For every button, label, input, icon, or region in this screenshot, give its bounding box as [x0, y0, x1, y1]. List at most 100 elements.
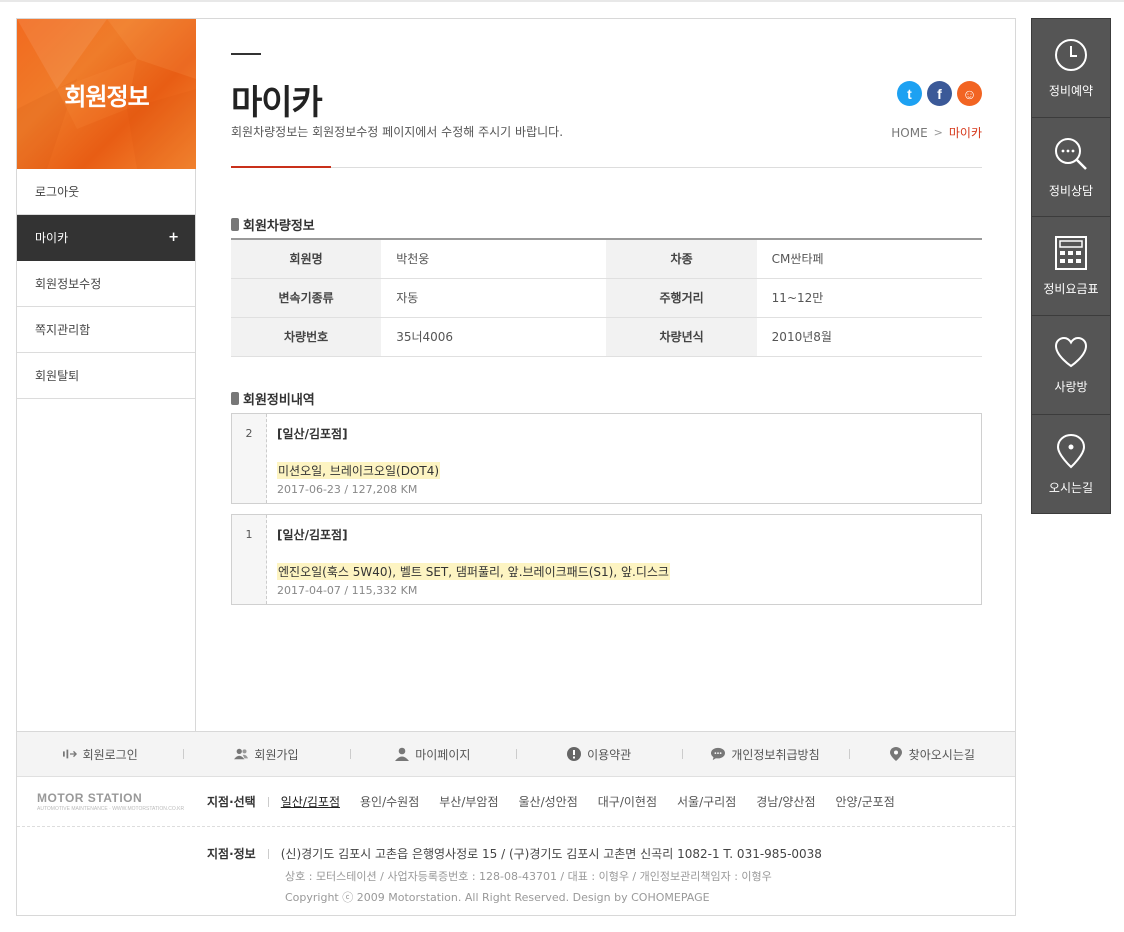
sidebar-item-label: 회원정보수정: [35, 277, 102, 291]
branch-address: (신)경기도 김포시 고촌읍 은행영사정로 15 / (구)경기도 김포시 고촌…: [280, 847, 822, 861]
company-info: 상호 : 모터스테이션 / 사업자등록증번호 : 128-08-43701 / …: [285, 870, 772, 883]
branch-link-daegu[interactable]: 대구/이현점: [598, 793, 657, 810]
history-item[interactable]: 1 [일산/김포점] 엔진오일(훅스 5W40), 벨트 SET, 댐퍼풀리, …: [231, 514, 982, 605]
quick-reservation[interactable]: 정비예약: [1031, 18, 1111, 118]
sns-share: t f ☺: [897, 81, 982, 106]
footer-branch-select: MOTOR STATION AUTOMOTIVE MAINTENANCE · W…: [17, 777, 1015, 827]
logo-tagline: AUTOMOTIVE MAINTENANCE · WWW.MOTORSTATIO…: [37, 806, 185, 812]
sidebar-item-messages[interactable]: 쪽지관리함: [17, 307, 195, 353]
copyright: Copyright ⓒ 2009 Motorstation. All Right…: [285, 891, 710, 904]
title-divider: [231, 167, 982, 168]
pin-icon: [889, 747, 903, 761]
history-item-number: 1: [232, 515, 267, 604]
main-frame: 회원정보 로그아웃 마이카 + 회원정보수정 쪽지관리함 회원탈퇴 마이카 회원차…: [16, 18, 1016, 916]
quick-consult[interactable]: 정비상담: [1031, 118, 1111, 217]
bullet-icon: [231, 392, 239, 405]
table-cell: 박천웅: [381, 239, 607, 279]
quick-menu: 정비예약 정비상담 정비요금표 사랑방 오시는길: [1031, 18, 1111, 514]
history-item-body: [일산/김포점] 미션오일, 브레이크오일(DOT4) 2017-06-23 /…: [267, 414, 441, 503]
branch-select-label: 지점·선택: [207, 795, 256, 809]
table-header-cell: 차량년식: [606, 317, 757, 357]
history-item-branch: [일산/김포점]: [277, 427, 348, 441]
facebook-icon[interactable]: f: [927, 81, 952, 106]
footer-nav-label: 이용약관: [587, 747, 632, 762]
chevron-right-icon: >: [933, 126, 943, 139]
table-header-cell: 차량번호: [231, 317, 382, 357]
history-item[interactable]: 2 [일산/김포점] 미션오일, 브레이크오일(DOT4) 2017-06-23…: [231, 413, 982, 504]
logo-text: MOTOR STATION: [37, 791, 143, 805]
quick-location[interactable]: 오시는길: [1031, 415, 1111, 514]
alert-icon: [567, 747, 582, 761]
vehicle-section-title: 회원차량정보: [231, 215, 315, 234]
footer-nav-label: 회원로그인: [82, 747, 138, 762]
breadcrumb-current: 마이카: [948, 126, 982, 140]
kakaostory-icon[interactable]: ☺: [957, 81, 982, 106]
twitter-icon[interactable]: t: [897, 81, 922, 106]
sidebar-item-edit-profile[interactable]: 회원정보수정: [17, 261, 195, 307]
chat-icon: [711, 747, 726, 761]
sidebar-title: 회원정보: [64, 83, 149, 111]
branch-link-ulsan[interactable]: 울산/성안점: [518, 793, 577, 810]
vehicle-section-label: 회원차량정보: [243, 219, 315, 234]
history-item-meta: 2017-06-23 / 127,208 KM: [277, 483, 418, 496]
footer-nav-privacy[interactable]: 개인정보취급방침: [682, 746, 848, 763]
sidebar-item-mycar[interactable]: 마이카 +: [17, 215, 195, 261]
table-row: 차량번호 35너4006 차량년식 2010년8월: [231, 317, 982, 357]
table-cell: 35너4006: [381, 317, 607, 357]
page-title: 마이카: [231, 83, 323, 123]
table-cell: CM싼타페: [756, 239, 982, 279]
table-row: 회원명 박천웅 차종 CM싼타페: [231, 239, 982, 279]
sidebar-item-label: 로그아웃: [35, 185, 80, 199]
sidebar-item-withdraw[interactable]: 회원탈퇴: [17, 353, 195, 399]
title-divider-accent: [231, 166, 331, 168]
footer-nav-mypage[interactable]: 마이페이지: [349, 746, 516, 763]
bullet-icon: [231, 218, 239, 231]
table-header-cell: 주행거리: [606, 278, 757, 318]
footer-nav-directions[interactable]: 찾아오시는길: [848, 746, 1015, 763]
title-accent-bar: [231, 53, 261, 55]
divider: [267, 796, 269, 807]
sidebar-item-logout[interactable]: 로그아웃: [17, 169, 195, 215]
footer-nav-login[interactable]: 회원로그인: [17, 746, 183, 763]
branch-link-anyang[interactable]: 안양/군포점: [835, 793, 894, 810]
sidebar: 회원정보 로그아웃 마이카 + 회원정보수정 쪽지관리함 회원탈퇴: [17, 19, 196, 731]
login-icon: [62, 747, 77, 761]
quick-price[interactable]: 정비요금표: [1031, 217, 1111, 316]
table-row: 변속기종류 자동 주행거리 11~12만: [231, 278, 982, 318]
table-cell: 2010년8월: [756, 317, 982, 357]
quick-label: 오시는길: [1048, 480, 1094, 495]
motorstation-logo: MOTOR STATION AUTOMOTIVE MAINTENANCE · W…: [37, 791, 187, 812]
footer-nav-label: 회원가입: [254, 747, 299, 762]
heart-icon: [1054, 336, 1088, 367]
sidebar-item-label: 회원탈퇴: [35, 369, 80, 383]
table-header-cell: 차종: [606, 239, 757, 279]
quick-label: 정비예약: [1048, 83, 1094, 98]
table-cell: 11~12만: [756, 278, 982, 318]
breadcrumb-home[interactable]: HOME: [891, 126, 927, 140]
history-item-branch: [일산/김포점]: [277, 528, 348, 542]
branch-link-busan[interactable]: 부산/부암점: [439, 793, 498, 810]
calculator-icon: [1055, 235, 1087, 270]
history-section-label: 회원정비내역: [243, 393, 315, 408]
location-icon: [1056, 433, 1086, 468]
history-item-services: 미션오일, 브레이크오일(DOT4): [277, 462, 441, 479]
branch-link-ilsan[interactable]: 일산/김포점: [281, 793, 340, 810]
quick-community[interactable]: 사랑방: [1031, 316, 1111, 415]
vehicle-info-table: 회원명 박천웅 차종 CM싼타페 변속기종류 자동 주행거리 11~12만 차량…: [231, 238, 982, 357]
history-section-title: 회원정비내역: [231, 389, 315, 408]
sidebar-menu: 로그아웃 마이카 + 회원정보수정 쪽지관리함 회원탈퇴: [17, 169, 195, 399]
footer-nav-label: 찾아오시는길: [908, 747, 975, 762]
footer-nav-terms[interactable]: 이용약관: [515, 746, 682, 763]
history-item-services: 엔진오일(훅스 5W40), 벨트 SET, 댐퍼풀리, 앞.브레이크패드(S1…: [277, 563, 670, 580]
branch-list: 일산/김포점 용인/수원점 부산/부암점 울산/성안점 대구/이현점 서울/구리…: [281, 793, 895, 810]
branch-link-gyeongnam[interactable]: 경남/양산점: [756, 793, 815, 810]
sidebar-item-label: 마이카: [35, 231, 69, 245]
sidebar-item-label: 쪽지관리함: [35, 323, 91, 337]
branch-link-yongin[interactable]: 용인/수원점: [360, 793, 419, 810]
branch-link-seoul[interactable]: 서울/구리점: [677, 793, 736, 810]
user-icon: [395, 747, 410, 761]
footer-nav-join[interactable]: 회원가입: [183, 746, 349, 763]
plus-icon: +: [168, 230, 179, 245]
history-item-number: 2: [232, 414, 267, 503]
quick-label: 정비요금표: [1043, 281, 1099, 296]
